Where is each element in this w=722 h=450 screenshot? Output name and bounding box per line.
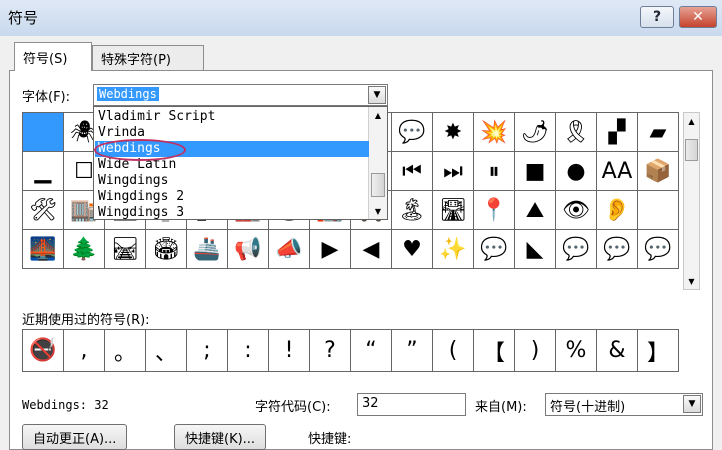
symbol-cell[interactable]: 📢 [228, 230, 269, 269]
symbol-cell[interactable]: 🌲 [64, 230, 105, 269]
autocorrect-button[interactable]: 自动更正(A)... [22, 424, 128, 450]
highlight-annotation [94, 139, 186, 161]
font-list-item[interactable]: Wingdings 3 [95, 205, 369, 221]
symbol-cell[interactable]: ■ [515, 152, 556, 191]
tab-special-characters[interactable]: 特殊字符(P) [92, 45, 204, 71]
symbol-cell[interactable]: 🏟 [146, 230, 187, 269]
symbol-cell[interactable] [638, 191, 679, 230]
symbol-cell[interactable]: 🎗 [556, 113, 597, 152]
recent-symbol-cell[interactable]: ; [187, 330, 228, 372]
symbol-grid-scrollbar[interactable]: ▲ ▼ [683, 112, 700, 290]
from-dropdown-arrow-icon[interactable]: ▼ [683, 395, 701, 413]
symbol-cell[interactable]: ▶ [310, 230, 351, 269]
font-list-item[interactable]: Wingdings [95, 173, 369, 189]
symbol-cell[interactable]: ⛰ [515, 191, 556, 230]
symbol-cell[interactable]: AA [597, 152, 638, 191]
symbol-cell[interactable]: ▰ [638, 113, 679, 152]
symbol-cell[interactable]: 💬 [556, 230, 597, 269]
recent-symbol-cell[interactable]: & [597, 330, 638, 372]
symbol-cell[interactable]: ▁ [23, 152, 64, 191]
symbol-cell[interactable] [23, 113, 64, 152]
char-code-label: 字符代码(C): [255, 400, 331, 415]
shortcut-key-button[interactable]: 快捷键(K)... [174, 424, 267, 450]
symbol-cell[interactable]: 🏝 [392, 191, 433, 230]
recent-symbol-cell[interactable]: ! [269, 330, 310, 372]
status-text: Webdings: 32 [22, 398, 109, 412]
symbol-cell[interactable]: 📦 [638, 152, 679, 191]
shortcut-label: 快捷键: [308, 432, 352, 447]
symbol-cell[interactable]: 👁 [556, 191, 597, 230]
symbol-cell[interactable]: 💬 [597, 230, 638, 269]
symbol-cell[interactable]: 📣 [269, 230, 310, 269]
symbol-cell[interactable]: ⏭ [433, 152, 474, 191]
symbol-cell[interactable]: ◣ [515, 230, 556, 269]
recent-symbols-grid: 🚭,。、;:!? “”(【)% &】 [22, 329, 679, 372]
recent-symbol-cell[interactable]: , [64, 330, 105, 372]
recent-symbol-cell[interactable]: ? [310, 330, 351, 372]
font-list-item[interactable]: Wingdings 2 [95, 189, 369, 205]
symbol-cell[interactable]: ⏸ [474, 152, 515, 191]
symbol-cell[interactable]: ⏮ [392, 152, 433, 191]
symbol-cell[interactable]: ◀ [351, 230, 392, 269]
font-dropdown-list[interactable]: ▲ ▼ Vladimir Script Vrinda Webdings Wide La… [93, 106, 388, 220]
scroll-up-arrow-icon[interactable]: ▲ [684, 113, 699, 129]
recent-symbol-cell[interactable]: 【 [474, 330, 515, 372]
symbol-cell[interactable]: ✸ [433, 113, 474, 152]
recent-symbol-cell[interactable]: ( [433, 330, 474, 372]
symbol-cell[interactable]: ✨ [433, 230, 474, 269]
symbol-cell[interactable]: ♥ [392, 230, 433, 269]
recent-symbol-cell[interactable]: 。 [105, 330, 146, 372]
help-button[interactable]: ? [640, 6, 674, 28]
symbol-cell[interactable]: 🌶 [515, 113, 556, 152]
symbol-cell[interactable]: 🌉 [23, 230, 64, 269]
recent-symbol-cell[interactable]: 】 [638, 330, 679, 372]
recent-symbol-cell[interactable]: ” [392, 330, 433, 372]
list-scroll-up-arrow-icon[interactable]: ▲ [369, 107, 387, 123]
symbol-cell[interactable]: 🛣 [433, 191, 474, 230]
title-bar: 符号 ? ✕ [0, 0, 722, 36]
symbol-cell[interactable]: 🚢 [187, 230, 228, 269]
symbol-cell[interactable]: 💬 [392, 113, 433, 152]
recent-symbol-cell[interactable]: : [228, 330, 269, 372]
symbol-cell[interactable]: 💥 [474, 113, 515, 152]
symbol-cell[interactable]: 💬 [474, 230, 515, 269]
symbol-cell[interactable]: 🛤 [105, 230, 146, 269]
recent-symbols-label: 近期使用过的符号(R): [22, 313, 150, 328]
recent-symbol-cell[interactable]: “ [351, 330, 392, 372]
recent-symbol-cell[interactable]: 🚭 [23, 330, 64, 372]
symbol-cell[interactable]: 💬 [638, 230, 679, 269]
font-label: 字体(F): [22, 90, 71, 105]
font-list-scrollbar[interactable]: ▲ ▼ [368, 107, 387, 219]
font-select-value: Webdings [97, 87, 159, 101]
scroll-thumb[interactable] [685, 139, 698, 161]
window-title: 符号 [8, 9, 39, 27]
list-scroll-thumb[interactable] [371, 173, 385, 197]
symbol-cell[interactable]: 🛠 [23, 191, 64, 230]
char-code-input[interactable]: 32 [357, 393, 466, 416]
from-select[interactable]: 符号(十进制) ▼ [545, 393, 703, 416]
recent-symbol-cell[interactable]: % [556, 330, 597, 372]
font-list-item[interactable]: Vladimir Script [95, 109, 369, 125]
symbol-cell[interactable]: ▞ [597, 113, 638, 152]
symbol-cell[interactable]: 📍 [474, 191, 515, 230]
list-scroll-down-arrow-icon[interactable]: ▼ [369, 203, 387, 219]
font-select[interactable]: Webdings ▼ [93, 84, 388, 106]
symbol-cell[interactable]: ● [556, 152, 597, 191]
recent-symbol-cell[interactable]: ) [515, 330, 556, 372]
from-label: 来自(M): [475, 400, 527, 415]
symbol-cell[interactable]: 👂 [597, 191, 638, 230]
recent-symbol-cell[interactable]: 、 [146, 330, 187, 372]
font-dropdown-arrow-icon[interactable]: ▼ [368, 86, 386, 104]
tab-symbols[interactable]: 符号(S) [14, 42, 92, 71]
scroll-down-arrow-icon[interactable]: ▼ [684, 273, 699, 289]
close-button[interactable]: ✕ [679, 6, 717, 28]
